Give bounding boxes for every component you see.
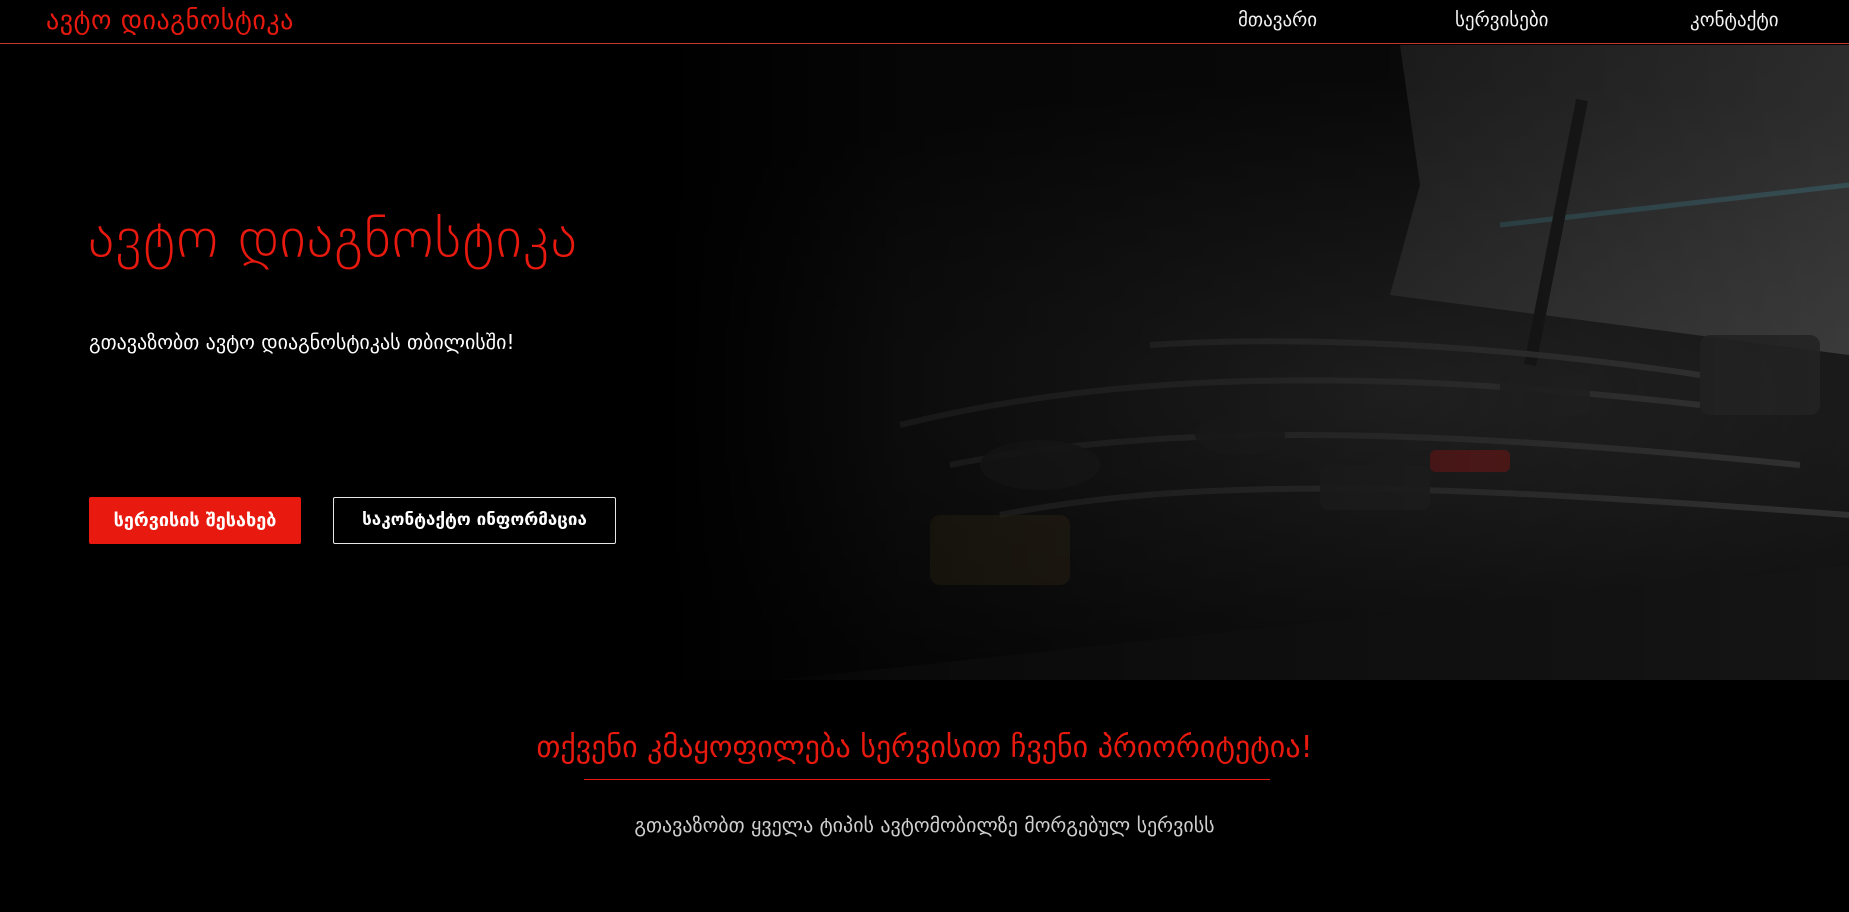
promo-text: გთავაზობთ ყველა ტიპის ავტომობილზე მორგებ… — [634, 813, 1215, 837]
nav-link-contact[interactable]: კონტაქტი — [1690, 8, 1779, 32]
nav-link-home[interactable]: მთავარი — [1238, 8, 1317, 32]
about-service-button[interactable]: სერვისის შესახებ — [89, 497, 301, 544]
hero-section: ავტო დიაგნოსტიკა გთავაზობთ ავტო დიაგნოსტ… — [0, 45, 1849, 680]
hero-subtitle: გთავაზობთ ავტო დიაგნოსტიკას თბილისში! — [89, 330, 515, 354]
brand-logo-text[interactable]: ავტო დიაგნოსტიკა — [46, 5, 294, 37]
nav-link-services[interactable]: სერვისები — [1455, 8, 1549, 32]
page: ავტო დიაგნოსტიკა მთავარი სერვისები კონტა… — [0, 0, 1849, 912]
promo-divider — [584, 779, 1270, 780]
promo-title: თქვენი კმაყოფილება სერვისით ჩვენი პრიორი… — [536, 730, 1313, 765]
contact-info-button[interactable]: საკონტაქტო ინფორმაცია — [333, 497, 616, 544]
hero-dark-overlay — [0, 45, 1849, 680]
site-header: ავტო დიაგნოსტიკა მთავარი სერვისები კონტა… — [0, 0, 1849, 44]
hero-title: ავტო დიაგნოსტიკა — [88, 206, 578, 271]
